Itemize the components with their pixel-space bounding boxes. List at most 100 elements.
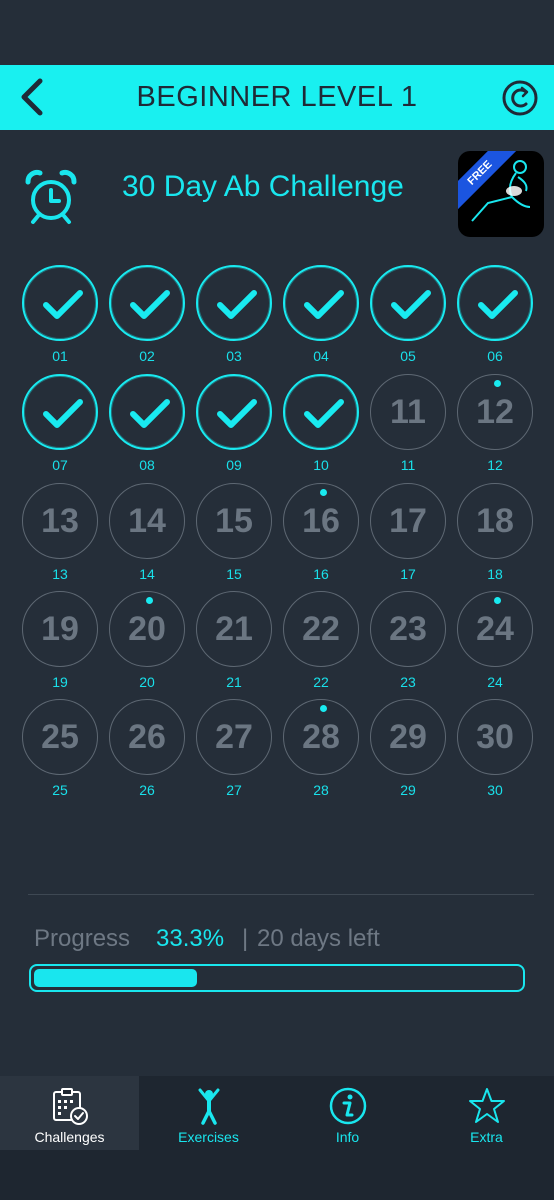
day-04-button[interactable]: 404 (282, 265, 360, 365)
day-circle: 24 (457, 591, 533, 667)
day-number: 13 (41, 502, 79, 540)
day-23-button[interactable]: 23 23 (369, 591, 447, 691)
day-number: 16 (302, 502, 340, 540)
alarm-clock-icon[interactable] (22, 168, 80, 226)
day-circle: 27 (196, 699, 272, 775)
day-29-button[interactable]: 29 29 (369, 699, 447, 799)
day-number: 12 (476, 393, 514, 431)
day-circle: 14 (109, 483, 185, 559)
day-09-button[interactable]: 909 (195, 374, 273, 474)
day-19-button[interactable]: 19 19 (21, 591, 99, 691)
check-icon (130, 399, 170, 428)
day-22-button[interactable]: 22 22 (282, 591, 360, 691)
day-label: 06 (487, 348, 503, 364)
tab-exercises[interactable]: Exercises (139, 1076, 278, 1150)
days-left: 20 days left (257, 925, 380, 952)
check-icon (130, 290, 170, 319)
day-16-button[interactable]: 16 16 (282, 483, 360, 583)
day-11-button[interactable]: 11 11 (369, 374, 447, 474)
day-number: 26 (128, 718, 166, 756)
day-05-button[interactable]: 505 (369, 265, 447, 365)
day-number: 27 (215, 718, 253, 756)
progress-separator: | (242, 925, 249, 952)
tab-info[interactable]: Info (278, 1076, 417, 1150)
tab-label: Challenges (34, 1129, 105, 1145)
day-12-button[interactable]: 12 12 (456, 374, 534, 474)
day-circle: 2 (109, 265, 185, 341)
day-label: 16 (313, 566, 329, 582)
day-number: 15 (215, 502, 253, 540)
day-27-button[interactable]: 27 27 (195, 699, 273, 799)
day-label: 05 (400, 348, 416, 364)
day-20-button[interactable]: 20 20 (108, 591, 186, 691)
check-icon (391, 290, 431, 319)
tab-extra[interactable]: Extra (417, 1076, 554, 1150)
day-number: 17 (389, 502, 427, 540)
day-label: 01 (52, 348, 68, 364)
day-number: 24 (476, 610, 514, 648)
day-circle: 17 (370, 483, 446, 559)
day-circle: 19 (22, 591, 98, 667)
check-icon (43, 399, 83, 428)
day-10-button[interactable]: 1010 (282, 374, 360, 474)
day-label: 14 (139, 566, 155, 582)
day-label: 08 (139, 457, 155, 473)
day-13-button[interactable]: 13 13 (21, 483, 99, 583)
star-icon (468, 1088, 505, 1123)
day-circle: 20 (109, 591, 185, 667)
day-label: 09 (226, 457, 242, 473)
day-number: 21 (215, 610, 253, 648)
person-exercise-icon (198, 1088, 219, 1125)
day-circle: 12 (457, 374, 533, 450)
check-icon (478, 290, 518, 319)
app-promo-thumbnail[interactable]: FREE (458, 151, 544, 237)
day-18-button[interactable]: 18 18 (456, 483, 534, 583)
day-circle: 8 (109, 374, 185, 450)
reset-button[interactable] (500, 78, 540, 118)
day-03-button[interactable]: 303 (195, 265, 273, 365)
tab-label: Extra (470, 1129, 503, 1145)
day-circle: 16 (283, 483, 359, 559)
day-circle: 11 (370, 374, 446, 450)
progress-label: Progress (34, 925, 131, 952)
day-15-button[interactable]: 15 15 (195, 483, 273, 583)
day-02-button[interactable]: 202 (108, 265, 186, 365)
day-circle: 6 (457, 265, 533, 341)
day-07-button[interactable]: 707 (21, 374, 99, 474)
day-circle: 21 (196, 591, 272, 667)
day-24-button[interactable]: 24 24 (456, 591, 534, 691)
day-08-button[interactable]: 808 (108, 374, 186, 474)
check-icon (304, 290, 344, 319)
tab-label: Exercises (178, 1129, 239, 1145)
day-circle: 10 (283, 374, 359, 450)
day-14-button[interactable]: 14 14 (108, 483, 186, 583)
day-17-button[interactable]: 17 17 (369, 483, 447, 583)
day-circle: 1 (22, 265, 98, 341)
day-number: 20 (128, 610, 166, 648)
tab-challenges[interactable]: Challenges (0, 1076, 139, 1150)
day-25-button[interactable]: 25 25 (21, 699, 99, 799)
day-circle: 22 (283, 591, 359, 667)
day-30-button[interactable]: 30 30 (456, 699, 534, 799)
day-label: 07 (52, 457, 68, 473)
day-circle: 9 (196, 374, 272, 450)
day-number: 28 (302, 718, 340, 756)
day-label: 19 (52, 674, 68, 690)
rest-day-dot (146, 597, 153, 604)
day-circle: 23 (370, 591, 446, 667)
progress-bar (29, 964, 525, 992)
day-number: 22 (302, 610, 340, 648)
day-26-button[interactable]: 26 26 (108, 699, 186, 799)
day-28-button[interactable]: 28 28 (282, 699, 360, 799)
day-06-button[interactable]: 606 (456, 265, 534, 365)
day-circle: 15 (196, 483, 272, 559)
day-circle: 29 (370, 699, 446, 775)
day-label: 11 (400, 457, 416, 473)
page-title: BEGINNER LEVEL 1 (136, 81, 418, 113)
check-icon (217, 399, 257, 428)
day-number: 14 (128, 502, 166, 540)
challenge-title: 30 Day Ab Challenge (122, 170, 404, 203)
day-label: 18 (487, 566, 503, 582)
day-21-button[interactable]: 21 21 (195, 591, 273, 691)
day-01-button[interactable]: 101 (21, 265, 99, 365)
